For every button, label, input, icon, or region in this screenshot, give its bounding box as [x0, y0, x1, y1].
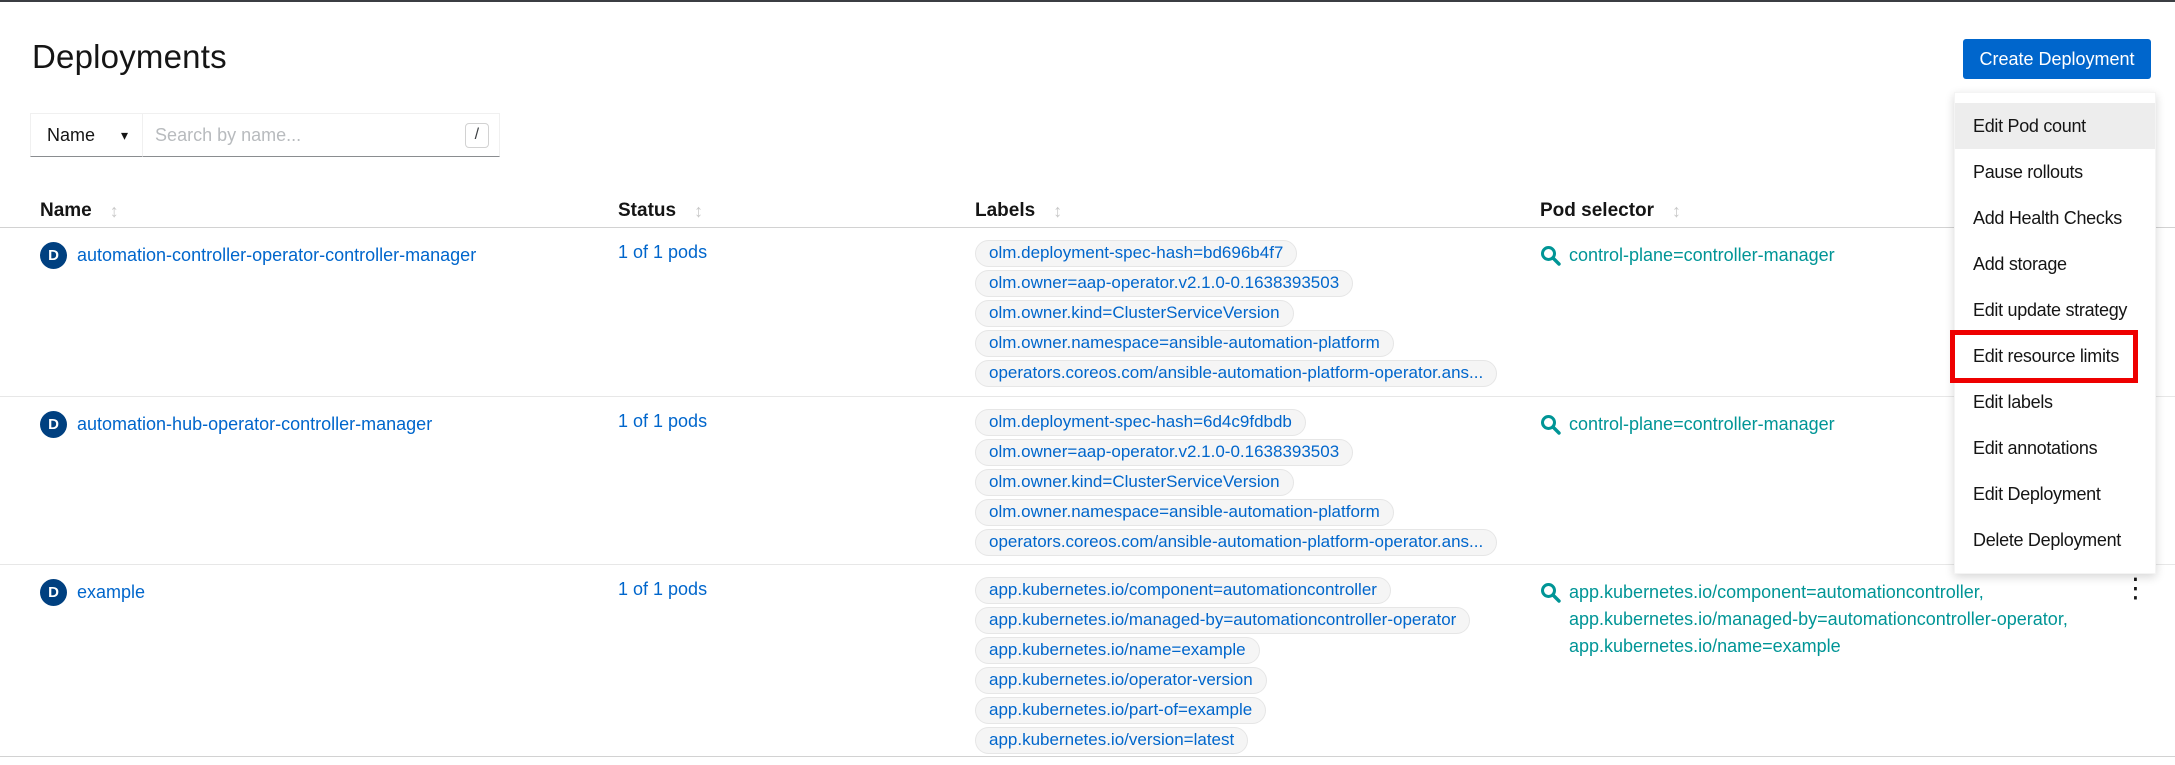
label-pill[interactable]: olm.owner=aap-operator.v2.1.0-0.16383935…	[975, 270, 1353, 297]
label-pill[interactable]: olm.owner.namespace=ansible-automation-p…	[975, 330, 1394, 357]
column-header-labels[interactable]: Labels ↕	[975, 200, 1540, 222]
menu-item-edit-labels[interactable]: Edit labels	[1955, 379, 2155, 425]
label-pill[interactable]: olm.owner=aap-operator.v2.1.0-0.16383935…	[975, 439, 1353, 466]
menu-item-edit-resource-limits[interactable]: Edit resource limits	[1955, 333, 2155, 379]
pod-selector-link[interactable]: app.kubernetes.io/component=automationco…	[1540, 579, 2088, 660]
table-row: D automation-controller-operator-control…	[0, 228, 2175, 397]
label-pill[interactable]: operators.coreos.com/ansible-automation-…	[975, 360, 1497, 387]
sort-icon[interactable]: ↕	[694, 201, 703, 222]
slash-shortcut-badge: /	[465, 123, 489, 148]
sort-icon[interactable]: ↕	[110, 201, 119, 222]
menu-item-delete-deployment[interactable]: Delete Deployment	[1955, 517, 2155, 563]
deployment-actions-menu: Edit Pod count Pause rollouts Add Health…	[1954, 92, 2156, 574]
filter-type-dropdown[interactable]: Name ▾	[30, 113, 143, 157]
create-deployment-button[interactable]: Create Deployment	[1963, 39, 2151, 79]
label-pill[interactable]: olm.owner.kind=ClusterServiceVersion	[975, 469, 1294, 496]
table-row: D example 1 of 1 pods app.kubernetes.io/…	[0, 565, 2175, 757]
label-pill[interactable]: app.kubernetes.io/part-of=example	[975, 697, 1266, 724]
column-header-name[interactable]: Name ↕	[40, 200, 618, 222]
label-pill[interactable]: operators.coreos.com/ansible-automation-…	[975, 529, 1497, 556]
deployment-resource-badge: D	[40, 411, 67, 438]
label-pill[interactable]: olm.deployment-spec-hash=6d4c9fdbdb	[975, 409, 1306, 436]
search-icon	[1540, 582, 1561, 603]
pods-status-link[interactable]: 1 of 1 pods	[618, 579, 707, 599]
label-pill[interactable]: app.kubernetes.io/component=automationco…	[975, 577, 1391, 604]
deployment-resource-badge: D	[40, 242, 67, 269]
sort-icon[interactable]: ↕	[1672, 201, 1681, 222]
column-header-status[interactable]: Status ↕	[618, 200, 975, 222]
menu-item-pause-rollouts[interactable]: Pause rollouts	[1955, 149, 2155, 195]
search-input[interactable]	[155, 125, 465, 146]
caret-down-icon: ▾	[121, 127, 128, 144]
page-title: Deployments	[32, 38, 227, 76]
deployment-resource-badge: D	[40, 579, 67, 606]
kebab-menu-icon[interactable]: ⋮	[2122, 573, 2149, 603]
label-pill[interactable]: app.kubernetes.io/version=latest	[975, 727, 1248, 754]
menu-item-add-storage[interactable]: Add storage	[1955, 241, 2155, 287]
sort-icon[interactable]: ↕	[1053, 201, 1062, 222]
menu-item-edit-pod-count[interactable]: Edit Pod count	[1955, 103, 2155, 149]
top-divider	[0, 0, 2175, 2]
label-pill[interactable]: olm.owner.kind=ClusterServiceVersion	[975, 300, 1294, 327]
menu-item-edit-deployment[interactable]: Edit Deployment	[1955, 471, 2155, 517]
menu-item-edit-update-strategy[interactable]: Edit update strategy	[1955, 287, 2155, 333]
label-pill[interactable]: olm.deployment-spec-hash=bd696b4f7	[975, 240, 1297, 267]
menu-item-edit-annotations[interactable]: Edit annotations	[1955, 425, 2155, 471]
table-row: D automation-hub-operator-controller-man…	[0, 397, 2175, 565]
pods-status-link[interactable]: 1 of 1 pods	[618, 411, 707, 431]
label-pill[interactable]: app.kubernetes.io/operator-version	[975, 667, 1267, 694]
search-icon	[1540, 245, 1561, 266]
label-pill[interactable]: olm.owner.namespace=ansible-automation-p…	[975, 499, 1394, 526]
filter-type-label: Name	[47, 125, 95, 146]
label-pill[interactable]: app.kubernetes.io/name=example	[975, 637, 1260, 664]
deployment-name-link[interactable]: automation-controller-operator-controlle…	[77, 245, 476, 266]
filter-toolbar: Name ▾ /	[30, 113, 500, 157]
deployments-table: D automation-controller-operator-control…	[0, 228, 2175, 757]
search-icon	[1540, 414, 1561, 435]
pods-status-link[interactable]: 1 of 1 pods	[618, 242, 707, 262]
deployment-name-link[interactable]: example	[77, 582, 145, 603]
menu-item-add-health-checks[interactable]: Add Health Checks	[1955, 195, 2155, 241]
deployment-name-link[interactable]: automation-hub-operator-controller-manag…	[77, 414, 432, 435]
search-box[interactable]: /	[143, 113, 500, 157]
label-pill[interactable]: app.kubernetes.io/managed-by=automationc…	[975, 607, 1470, 634]
table-header-row: Name ↕ Status ↕ Labels ↕ Pod selector ↕	[0, 195, 2175, 228]
